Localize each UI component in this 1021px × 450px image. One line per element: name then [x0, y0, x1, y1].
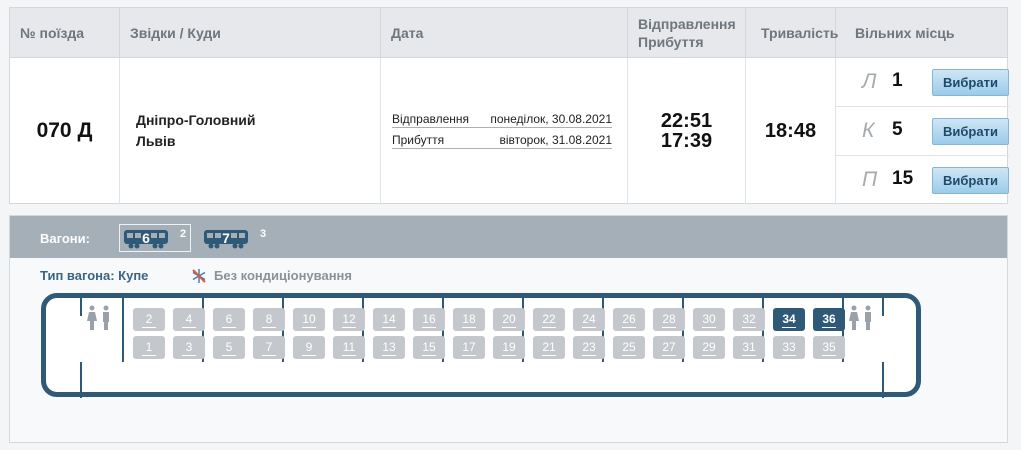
seat-29: 29 [693, 336, 725, 359]
car-partition [80, 298, 82, 316]
seat-35: 35 [813, 336, 845, 359]
seat-28: 28 [653, 308, 685, 331]
wagons-label: Вагони: [40, 231, 90, 246]
cell-route: Дніпро-Головний Львів [120, 58, 381, 204]
choose-button-platskart[interactable]: Вибрати [932, 167, 1009, 194]
seat-10: 10 [293, 308, 325, 331]
cell-free-seats: Л 1 Вибрати К 5 Вибрати П 15 Вибрати [836, 58, 1009, 204]
header-arrival: Прибуття [638, 34, 704, 50]
trip-duration: 18:48 [764, 119, 817, 142]
choose-button-kupe[interactable]: Вибрати [932, 118, 1009, 145]
seat-4: 4 [173, 308, 205, 331]
seat-21: 21 [533, 336, 565, 359]
arrival-date: вівторок, 31.08.2021 [499, 133, 612, 147]
seat-36[interactable]: 36 [813, 308, 845, 331]
car-partition [122, 298, 124, 362]
header-train-number: № поїзда [10, 8, 120, 58]
wagon-number: 7 [222, 230, 230, 246]
seat-15: 15 [413, 336, 445, 359]
seat-20: 20 [493, 308, 525, 331]
seat-22: 22 [533, 308, 565, 331]
seat-3: 3 [173, 336, 205, 359]
seat-31: 31 [733, 336, 765, 359]
seat-30: 30 [693, 308, 725, 331]
seat-class-count: 1 [892, 70, 903, 91]
station-to: Львів [136, 133, 176, 149]
wagon-type: Тип вагона: Купе [40, 268, 149, 283]
table-header: № поїзда Звідки / Куди Дата Відправлення… [10, 8, 1007, 58]
car-partition [80, 362, 82, 398]
train-number: 070 Д [36, 119, 93, 142]
header-free-seats: Вільних місць [855, 25, 955, 41]
car-partition [882, 362, 884, 398]
car-partition [882, 298, 884, 316]
seat-24: 24 [573, 308, 605, 331]
ac-status: Без кондиціонування [214, 268, 352, 283]
seat-9: 9 [293, 336, 325, 359]
cell-date: Відправлення понеділок, 30.08.2021 Прибу… [381, 58, 628, 204]
header-date: Дата [381, 8, 628, 58]
seat-class-row: П 15 Вибрати [836, 156, 1009, 205]
seat-19: 19 [493, 336, 525, 359]
seat-27: 27 [653, 336, 685, 359]
seat-7: 7 [253, 336, 285, 359]
seat-class-count: 15 [892, 168, 914, 189]
restroom-icon [849, 305, 871, 330]
seat-33: 33 [773, 336, 805, 359]
header-duration: Тривалість [746, 8, 838, 58]
header-route: Звідки / Куди [120, 8, 381, 58]
train-table: № поїзда Звідки / Куди Дата Відправлення… [9, 7, 1009, 204]
seat-class-row: Л 1 Вибрати [836, 58, 1009, 107]
seat-8: 8 [253, 308, 285, 331]
seat-5: 5 [213, 336, 245, 359]
seat-18: 18 [453, 308, 485, 331]
header-times: Відправлення Прибуття [628, 8, 746, 58]
seat-25: 25 [613, 336, 645, 359]
wagon-free-count: 3 [260, 228, 267, 240]
seat-class-code: П [862, 168, 878, 191]
arrival-date-label: Прибуття [392, 133, 445, 147]
seat-34[interactable]: 34 [773, 308, 805, 331]
station-from: Дніпро-Головний [136, 112, 256, 128]
cell-train-number: 070 Д [10, 58, 120, 204]
departure-date: понеділок, 30.08.2021 [490, 112, 612, 126]
seat-17: 17 [453, 336, 485, 359]
choose-button-lux[interactable]: Вибрати [932, 69, 1009, 96]
wagon-panel: Вагони: 6 2 7 3 Тип вагона: Купе Без кон… [9, 215, 1008, 443]
car-scheme: 2 4 6 8 10 12 14 16 18 20 22 24 26 28 30 32 34 36 1 3 5 7 9 11 1… [41, 293, 921, 398]
restroom-icon [87, 305, 109, 330]
departure-date-row: Відправлення понеділок, 30.08.2021 [392, 111, 612, 128]
seat-1: 1 [133, 336, 165, 359]
seat-13: 13 [373, 336, 405, 359]
departure-date-label: Відправлення [392, 112, 470, 126]
seat-16: 16 [413, 308, 445, 331]
header-departure: Відправлення [638, 16, 736, 32]
seat-class-count: 5 [892, 119, 903, 140]
seat-12: 12 [333, 308, 365, 331]
seat-class-row: К 5 Вибрати [836, 107, 1009, 156]
seat-11: 11 [333, 336, 365, 359]
seat-32: 32 [733, 308, 765, 331]
wagon-number: 6 [142, 230, 150, 246]
arrival-date-row: Прибуття вівторок, 31.08.2021 [392, 132, 612, 149]
departure-time: 22:51 [660, 110, 713, 132]
seat-class-code: Л [862, 70, 877, 93]
seat-6: 6 [213, 308, 245, 331]
seat-class-code: К [862, 119, 875, 142]
arrival-time: 17:39 [660, 130, 713, 152]
cell-times: 22:51 17:39 [628, 58, 746, 204]
cell-duration: 18:48 [746, 58, 836, 204]
seat-14: 14 [373, 308, 405, 331]
seat-26: 26 [613, 308, 645, 331]
seat-2: 2 [133, 308, 165, 331]
wagons-bar: Вагони: 6 2 7 3 [10, 216, 1007, 258]
seat-23: 23 [573, 336, 605, 359]
no-ac-icon [192, 269, 206, 283]
wagon-free-count: 2 [180, 228, 187, 240]
